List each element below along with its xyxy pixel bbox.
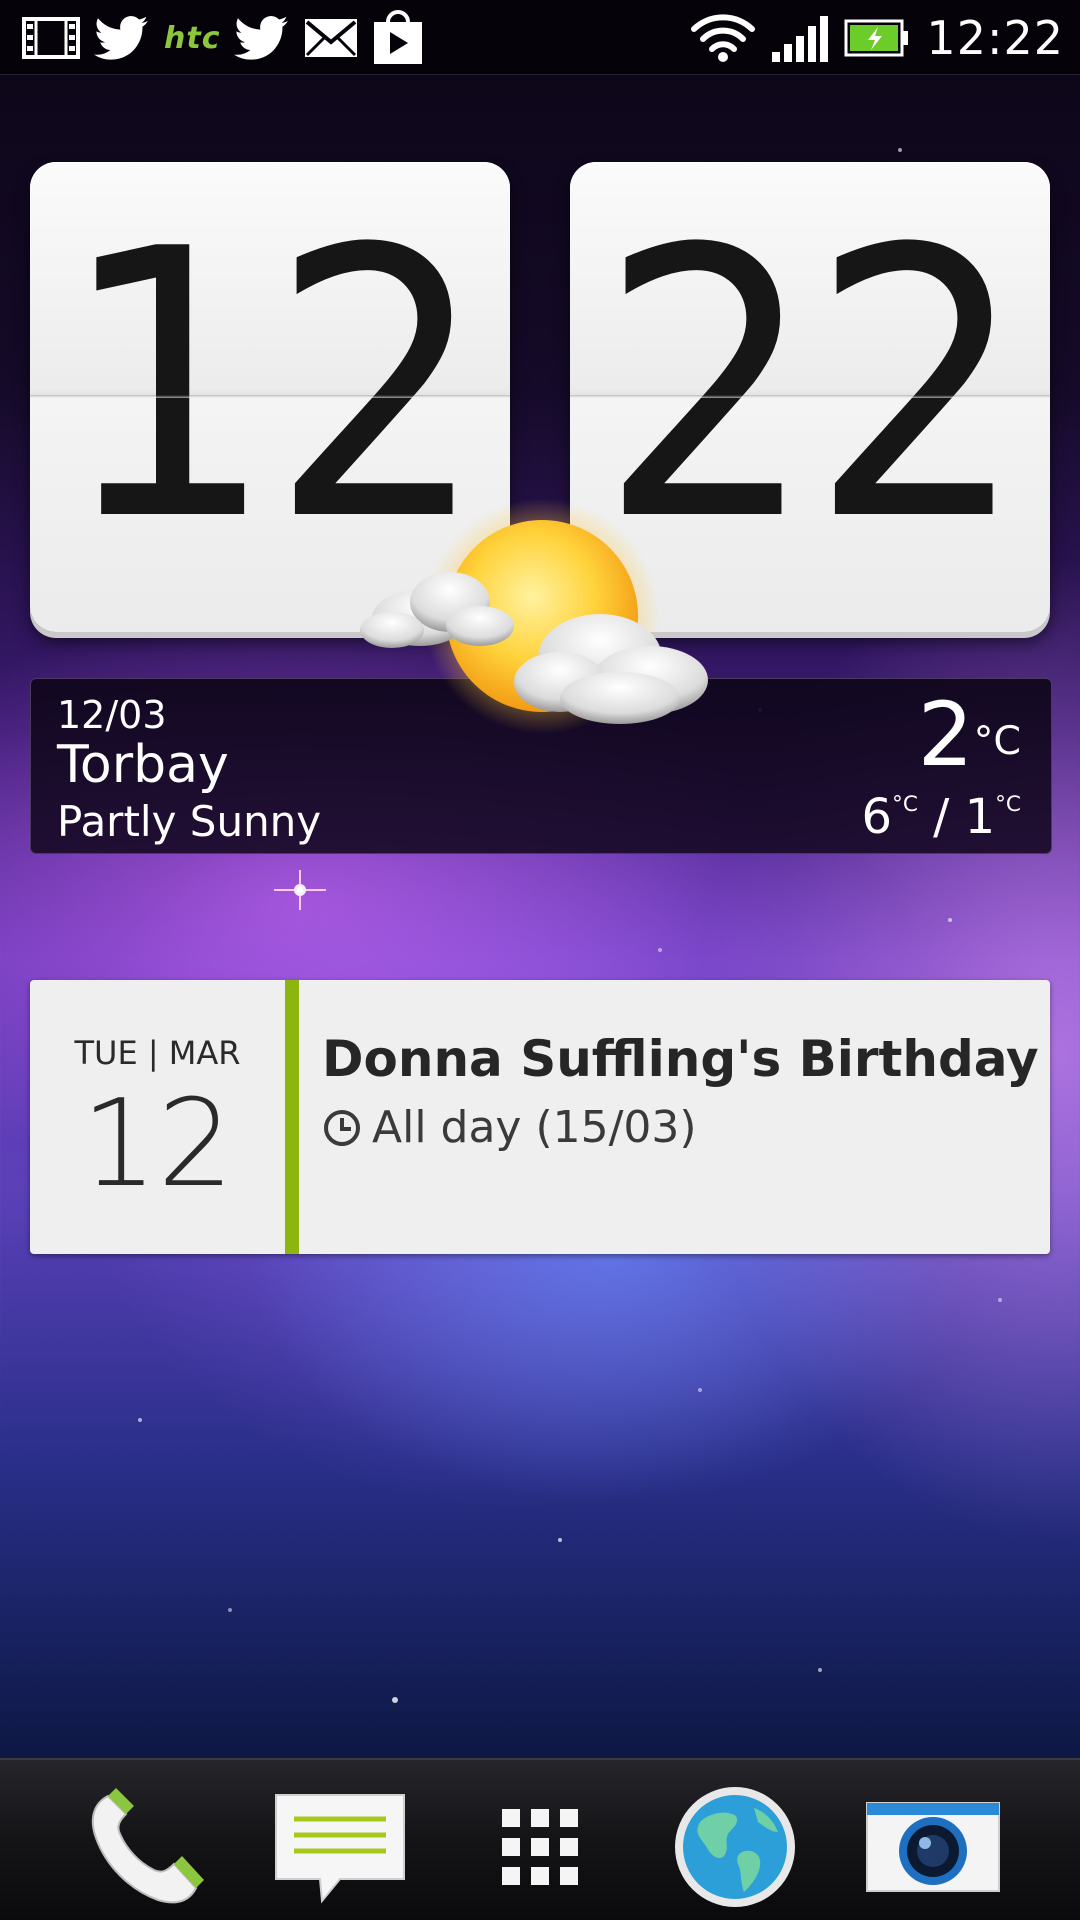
browser-icon[interactable] xyxy=(660,1782,810,1912)
clock-icon xyxy=(324,1109,360,1146)
notification-icons: htc xyxy=(22,10,424,66)
weather-high-low: 6°C / 1°C xyxy=(861,789,1021,845)
battery-charging-icon xyxy=(844,18,910,58)
temp-unit: °C xyxy=(973,717,1021,764)
twitter-icon xyxy=(234,15,290,61)
film-icon xyxy=(22,17,80,59)
camera-icon[interactable] xyxy=(858,1782,1008,1912)
dock xyxy=(0,1758,1080,1920)
calendar-date-block: TUE | MAR 12 xyxy=(30,980,285,1254)
calendar-day-number: 12 xyxy=(81,1075,234,1214)
app-drawer-icon[interactable] xyxy=(465,1782,615,1912)
high-unit: °C xyxy=(892,792,918,818)
phone-icon[interactable] xyxy=(68,1782,218,1912)
weather-current-temp: 2°C xyxy=(918,685,1021,785)
status-time: 12:22 xyxy=(926,11,1064,65)
twitter-icon xyxy=(94,15,150,61)
signal-icon xyxy=(772,14,829,62)
partly-sunny-icon xyxy=(360,500,708,734)
status-bar: htc 12:22 xyxy=(0,0,1080,75)
weather-date: 12/03 xyxy=(57,693,167,737)
high-value: 6 xyxy=(861,789,893,845)
low-unit: °C xyxy=(995,792,1021,818)
calendar-widget[interactable]: TUE | MAR 12 Donna Suffling's Birthday A… xyxy=(30,980,1050,1254)
weather-condition: Partly Sunny xyxy=(57,797,322,846)
calendar-day-of-week-month: TUE | MAR xyxy=(74,1034,241,1072)
event-time: All day (15/03) xyxy=(372,1102,697,1153)
event-time-row: All day (15/03) xyxy=(322,1102,697,1153)
range-separator: / xyxy=(917,789,965,845)
htc-icon: htc xyxy=(164,20,221,56)
mail-icon xyxy=(304,18,358,58)
wifi-icon xyxy=(690,13,756,63)
event-title[interactable]: Donna Suffling's Birthday xyxy=(322,1030,1039,1088)
messages-icon[interactable] xyxy=(265,1782,415,1912)
temp-value: 2 xyxy=(917,683,974,786)
low-value: 1 xyxy=(964,789,996,845)
play-store-icon xyxy=(372,10,424,66)
calendar-accent-bar xyxy=(285,980,299,1254)
weather-city: Torbay xyxy=(57,735,229,795)
system-icons: 12:22 xyxy=(690,8,1064,68)
